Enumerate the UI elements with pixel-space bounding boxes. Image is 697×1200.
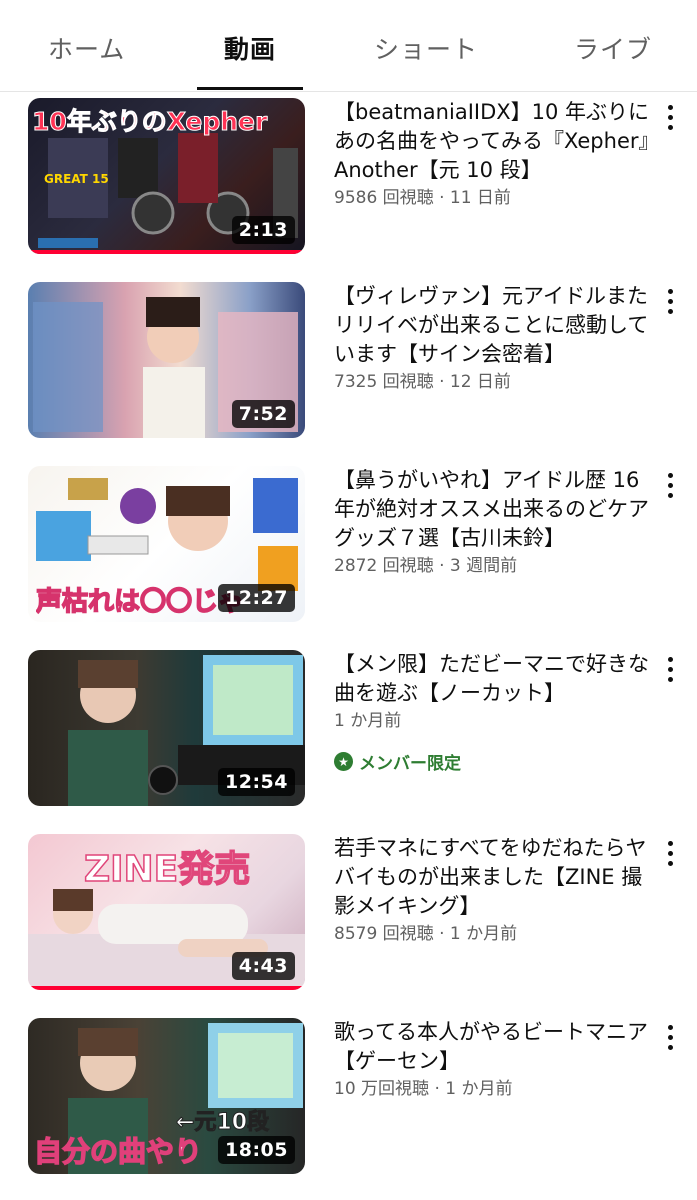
tab-shorts[interactable]: ショート xyxy=(374,30,478,66)
video-item: ←元10段 自分の曲やり 18:05 歌ってる本人がやるビートマニア【ゲーセン】… xyxy=(0,1018,697,1178)
video-title[interactable]: 【ヴィレヴァン】元アイドルまたリリイベが出来ることに感動しています【サイン会密着… xyxy=(334,282,650,369)
watched-progress-bar xyxy=(28,986,305,990)
members-only-label: メンバー限定 xyxy=(359,754,461,774)
members-only-badge: ★ メンバー限定 xyxy=(334,749,650,774)
video-thumbnail[interactable]: 7:52 xyxy=(28,282,305,438)
video-title[interactable]: 【メン限】ただビーマニで好きな曲を遊ぶ【ノーカット】 xyxy=(334,650,650,708)
video-thumbnail[interactable]: 12:54 xyxy=(28,650,305,806)
video-thumbnail[interactable]: ←元10段 自分の曲やり 18:05 xyxy=(28,1018,305,1174)
more-options-icon[interactable] xyxy=(658,470,682,500)
more-options-icon[interactable] xyxy=(658,286,682,316)
video-views-date: 10 万回視聴 · 1 か月前 xyxy=(334,1079,513,1099)
video-duration: 12:54 xyxy=(218,768,295,796)
video-thumbnail[interactable]: ZINE発売 4:43 xyxy=(28,834,305,990)
video-duration: 2:13 xyxy=(231,216,295,244)
thumbnail-caption: 10年ぶりのXepher xyxy=(32,107,268,137)
video-duration: 4:43 xyxy=(231,952,295,980)
video-item: 12:54 【メン限】ただビーマニで好きな曲を遊ぶ【ノーカット】 1 か月前 ★… xyxy=(0,650,697,810)
video-duration: 12:27 xyxy=(218,584,295,612)
video-views-date: 9586 回視聴 · 11 日前 xyxy=(334,188,511,208)
active-tab-indicator xyxy=(197,87,303,90)
video-meta: 【ヴィレヴァン】元アイドルまたリリイベが出来ることに感動しています【サイン会密着… xyxy=(334,282,650,394)
tab-live[interactable]: ライブ xyxy=(574,30,652,66)
more-options-icon[interactable] xyxy=(658,1022,682,1052)
video-title[interactable]: 歌ってる本人がやるビートマニア【ゲーセン】 xyxy=(334,1018,650,1076)
video-meta: 歌ってる本人がやるビートマニア【ゲーセン】 10 万回視聴 · 1 か月前 xyxy=(334,1018,650,1101)
video-date: 1 か月前 xyxy=(334,711,402,731)
video-item: 10年ぶりのXepher GREAT 15 2:13 【beatmaniaIID… xyxy=(0,98,697,258)
watched-progress-bar xyxy=(28,250,305,254)
video-views-date: 8579 回視聴 · 1 か月前 xyxy=(334,924,518,944)
video-title[interactable]: 【beatmaniaIIDX】10 年ぶりにあの名曲をやってみる『Xepher』… xyxy=(334,98,650,185)
video-item: 声枯れは〇〇じゃ 12:27 【鼻うがいやれ】アイドル歴 16 年が絶対オススメ… xyxy=(0,466,697,626)
tab-home[interactable]: ホーム xyxy=(48,30,125,66)
thumbnail-subcaption: GREAT 15 xyxy=(44,172,109,186)
channel-tabs: ホーム 動画 ショート ライブ xyxy=(0,0,697,92)
video-title[interactable]: 【鼻うがいやれ】アイドル歴 16 年が絶対オススメ出来るのどケアグッズ７選【古川… xyxy=(334,466,650,553)
thumbnail-caption: ZINE発売 xyxy=(84,848,251,891)
star-icon: ★ xyxy=(334,752,353,771)
tab-videos[interactable]: 動画 xyxy=(224,30,276,66)
video-views-date: 7325 回視聴 · 12 日前 xyxy=(334,372,511,392)
more-options-icon[interactable] xyxy=(658,654,682,684)
video-thumbnail[interactable]: 声枯れは〇〇じゃ 12:27 xyxy=(28,466,305,622)
more-options-icon[interactable] xyxy=(658,102,682,132)
video-meta: 若手マネにすべてをゆだねたらヤバイものが出来ました【ZINE 撮影メイキング】 … xyxy=(334,834,650,946)
video-item: ZINE発売 4:43 若手マネにすべてをゆだねたらヤバイものが出来ました【ZI… xyxy=(0,834,697,994)
video-meta: 【鼻うがいやれ】アイドル歴 16 年が絶対オススメ出来るのどケアグッズ７選【古川… xyxy=(334,466,650,578)
more-options-icon[interactable] xyxy=(658,838,682,868)
video-item: 7:52 【ヴィレヴァン】元アイドルまたリリイベが出来ることに感動しています【サ… xyxy=(0,282,697,442)
video-meta: 【メン限】ただビーマニで好きな曲を遊ぶ【ノーカット】 1 か月前 ★ メンバー限… xyxy=(334,650,650,774)
video-title[interactable]: 若手マネにすべてをゆだねたらヤバイものが出来ました【ZINE 撮影メイキング】 xyxy=(334,834,650,921)
video-views-date: 2872 回視聴 · 3 週間前 xyxy=(334,556,518,576)
video-thumbnail[interactable]: 10年ぶりのXepher GREAT 15 2:13 xyxy=(28,98,305,254)
video-duration: 18:05 xyxy=(218,1136,295,1164)
video-meta: 【beatmaniaIIDX】10 年ぶりにあの名曲をやってみる『Xepher』… xyxy=(334,98,650,210)
video-duration: 7:52 xyxy=(231,400,295,428)
